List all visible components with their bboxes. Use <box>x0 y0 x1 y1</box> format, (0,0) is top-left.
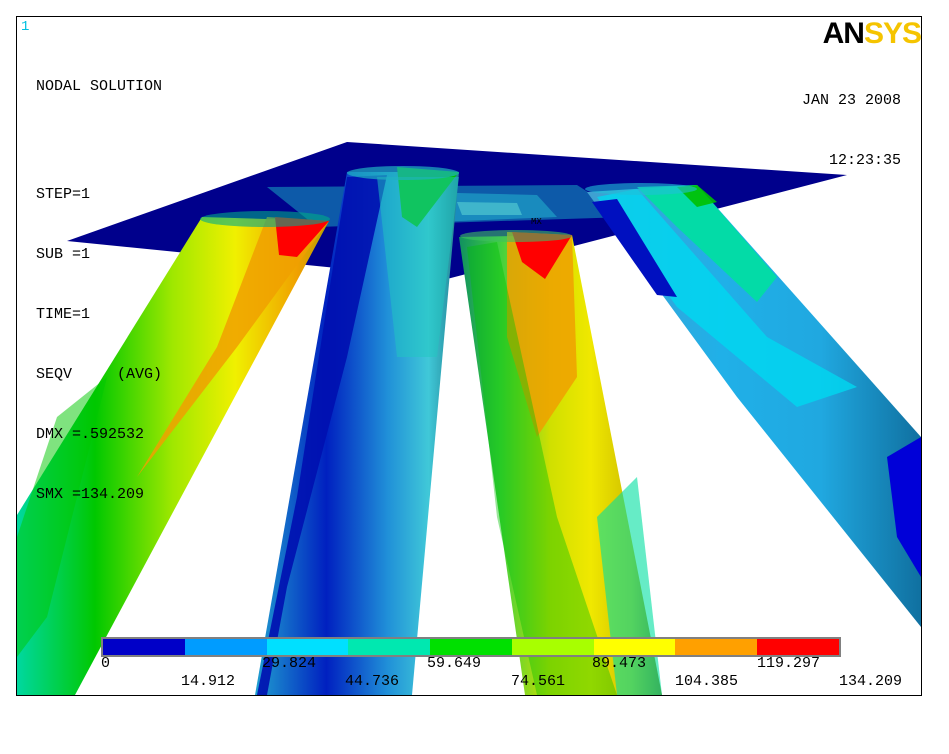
legend-swatch-2 <box>266 639 349 655</box>
date-time: JAN 23 2008 12:23:35 <box>802 51 901 211</box>
legend-label-lower: 134.209 <box>839 673 903 690</box>
contour-legend-bar <box>101 637 841 657</box>
legend-label-upper: 89.473 <box>592 655 647 672</box>
legend-label-lower: 74.561 <box>511 673 566 690</box>
time-text: 12:23:35 <box>828 152 901 169</box>
ansys-logo: ANSYS <box>823 19 921 49</box>
legend-swatch-5 <box>511 639 594 655</box>
legend-label-upper: 0 <box>101 655 111 672</box>
graphics-viewport[interactable]: MX 1 NODAL SOLUTION STEP=1 SUB =1 TIME=1… <box>16 16 922 696</box>
info-line <box>36 137 162 145</box>
legend-label-lower: 104.385 <box>675 673 739 690</box>
legend-label-lower: 14.912 <box>181 673 236 690</box>
logo-part-2: SYS <box>863 17 921 50</box>
info-line: SMX =134.209 <box>36 486 145 503</box>
info-line: TIME=1 <box>36 306 91 323</box>
legend-swatch-8 <box>757 639 840 655</box>
info-line: NODAL SOLUTION <box>36 78 163 95</box>
legend-label-upper: 119.297 <box>757 655 821 672</box>
legend-label-lower: 44.736 <box>345 673 400 690</box>
legend-swatch-1 <box>184 639 267 655</box>
info-line: SEQV (AVG) <box>36 366 163 383</box>
legend-swatch-3 <box>348 639 431 655</box>
legend-label-upper: 59.649 <box>427 655 482 672</box>
solution-info: NODAL SOLUTION STEP=1 SUB =1 TIME=1 SEQV… <box>36 37 162 545</box>
info-line: DMX =.592532 <box>36 426 145 443</box>
leg-3 <box>459 230 662 695</box>
window-number: 1 <box>21 19 30 35</box>
logo-part-1: AN <box>822 17 865 50</box>
legend-label-upper: 29.824 <box>262 655 317 672</box>
date-text: JAN 23 2008 <box>801 92 901 109</box>
info-line: STEP=1 <box>36 186 91 203</box>
legend-swatch-7 <box>675 639 758 655</box>
mx-marker: MX <box>531 217 542 227</box>
legend-swatch-6 <box>593 639 676 655</box>
legend-swatch-0 <box>103 639 185 655</box>
info-line: SUB =1 <box>36 246 91 263</box>
legend-swatch-4 <box>430 639 512 655</box>
